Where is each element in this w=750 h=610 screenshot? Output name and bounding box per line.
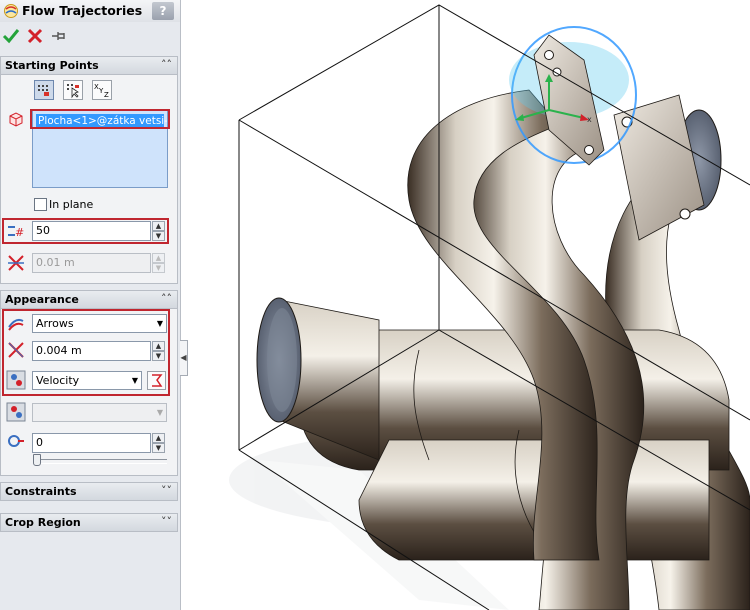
constraints-title: Constraints [5,485,77,498]
points-grid-icon [38,85,49,96]
pick-point-button[interactable] [63,80,83,100]
spacing-up: ▲ [152,253,165,263]
trajectory-count-icon [8,435,24,447]
spacing-icon [8,255,24,271]
face-selection-icon [9,112,23,127]
ok-check-icon[interactable] [2,27,20,45]
flow-trajectories-icon [4,4,18,18]
svg-text:x: x [587,115,592,124]
help-button[interactable]: ? [152,2,174,20]
starting-points-title: Starting Points [5,59,99,72]
coordinates-button[interactable]: X Y Z [92,80,112,100]
appearance-highlight [2,309,170,396]
xyz-coordinates-icon: X Y Z [94,83,109,99]
selection-highlight [30,109,170,129]
count-slider-thumb[interactable] [33,454,41,466]
count-up[interactable]: ▲ [152,433,165,443]
count-highlight [2,218,169,244]
panel-title: Flow Trajectories [22,3,143,18]
secondary-parameter-select: ▼ [32,403,167,422]
dropdown-arrow-icon: ▼ [156,408,163,417]
in-plane-label: In plane [49,198,94,211]
secondary-parameter-icon [6,402,26,422]
appearance-group: Appearance ˄˄ Arrows ▼ 0.004 m ▲ ▼ Veloc… [0,290,178,476]
expand-chevron-icon[interactable]: ˅˅ [161,484,172,497]
points-mode-button[interactable] [34,80,54,100]
pushpin-icon[interactable] [50,27,68,45]
cancel-x-icon[interactable] [26,27,44,45]
trajectory-count-input[interactable]: 0 [32,433,151,453]
count-down[interactable]: ▼ [152,443,165,453]
crop-region-group[interactable]: Crop Region ˅˅ [0,513,178,532]
starting-points-header[interactable]: Starting Points ˄˄ [1,57,177,75]
graphics-viewport[interactable]: x [189,0,750,610]
in-plane-checkbox[interactable] [34,198,47,211]
property-manager: Flow Trajectories ? Starting Points ˄˄ X… [0,0,181,610]
count-slider-track[interactable] [35,459,167,464]
collapse-chevron-icon[interactable]: ˄˄ [161,292,172,305]
starting-points-group: Starting Points ˄˄ X Y Z Plocha<1>@zátka… [0,56,178,284]
panel-collapse-tab[interactable]: ◀ [180,340,188,376]
expand-chevron-icon[interactable]: ˅˅ [161,515,172,528]
constraints-group[interactable]: Constraints ˅˅ [0,482,178,501]
collapse-chevron-icon[interactable]: ˄˄ [161,58,172,71]
crop-region-title: Crop Region [5,516,81,529]
appearance-header[interactable]: Appearance ˄˄ [1,291,177,309]
pick-point-icon [67,84,79,99]
appearance-title: Appearance [5,293,79,306]
svg-text:Z: Z [104,91,109,99]
spacing-input: 0.01 m [32,253,151,273]
spacing-down: ▼ [152,263,165,273]
panel-titlebar: Flow Trajectories ? [0,0,180,22]
